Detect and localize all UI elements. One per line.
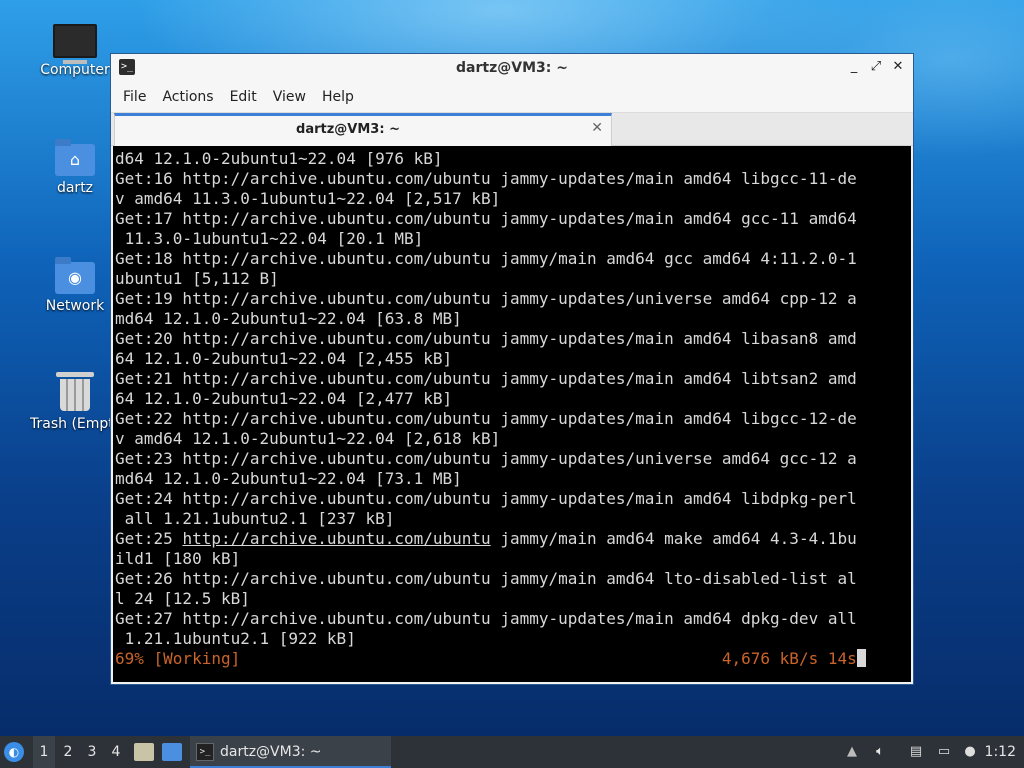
- desktop-icon-label: Trash (Empty): [30, 416, 128, 432]
- terminal-line: Get:16 http://archive.ubuntu.com/ubuntu …: [115, 169, 857, 188]
- menu-edit[interactable]: Edit: [222, 89, 265, 105]
- terminal-line: d64 12.1.0-2ubuntu1~22.04 [976 kB]: [115, 149, 443, 168]
- lubuntu-logo-icon: ◐: [4, 742, 24, 762]
- desktop-icon-network[interactable]: ◉ Network: [30, 257, 120, 314]
- terminal-line: md64 12.1.0-2ubuntu1~22.04 [63.8 MB]: [115, 309, 462, 328]
- window-title: dartz@VM3: ~: [456, 60, 568, 76]
- terminal-line: md64 12.1.0-2ubuntu1~22.04 [73.1 MB]: [115, 469, 462, 488]
- taskbar: ◐ 1 2 3 4 >_ dartz@VM3: ~ ▲ 🔈︎ ▤ ▭ ● 1:12: [0, 736, 1024, 768]
- desktop-icon-trash[interactable]: Trash (Empty): [30, 372, 128, 432]
- trash-icon: [56, 372, 94, 412]
- terminal-task-icon: >_: [196, 743, 214, 761]
- workspace-1[interactable]: 1: [33, 736, 55, 768]
- terminal-line: l 24 [12.5 kB]: [115, 589, 250, 608]
- terminal-line: Get:18 http://archive.ubuntu.com/ubuntu …: [115, 249, 857, 268]
- network-icon[interactable]: ▭: [936, 744, 952, 760]
- network-folder-icon: ◉: [55, 257, 95, 294]
- terminal-line: Get:26 http://archive.ubuntu.com/ubuntu …: [115, 569, 857, 588]
- terminal-line: Get:23 http://archive.ubuntu.com/ubuntu …: [115, 449, 857, 468]
- computer-icon: [53, 24, 97, 64]
- progress-status-left: 69% [Working]: [115, 649, 241, 668]
- terminal-line: v amd64 12.1.0-2ubuntu1~22.04 [2,618 kB]: [115, 429, 501, 448]
- terminal-line: 1.21.1ubuntu2.1 [922 kB]: [115, 629, 356, 648]
- clipboard-icon[interactable]: ▤: [908, 744, 924, 760]
- terminal-line: Get:25: [115, 529, 183, 548]
- taskbar-window-label: dartz@VM3: ~: [220, 744, 322, 760]
- terminal-output[interactable]: d64 12.1.0-2ubuntu1~22.04 [976 kB] Get:1…: [113, 146, 911, 682]
- terminal-text: d64 12.1.0-2ubuntu1~22.04 [976 kB] Get:1…: [113, 146, 911, 669]
- terminal-cursor: [856, 649, 866, 667]
- terminal-window: >_ dartz@VM3: ~ _ ⤢ ✕ File Actions Edit …: [110, 53, 914, 685]
- desktop-icon-label: Computer: [40, 62, 110, 78]
- tab-label: dartz@VM3: ~: [296, 122, 400, 137]
- start-menu-button[interactable]: ◐: [4, 736, 28, 768]
- terminal-line: ild1 [180 kB]: [115, 549, 241, 568]
- terminal-line: Get:24 http://archive.ubuntu.com/ubuntu …: [115, 489, 857, 508]
- tab-terminal[interactable]: dartz@VM3: ~ ✕: [114, 113, 612, 146]
- terminal-line: Get:22 http://archive.ubuntu.com/ubuntu …: [115, 409, 857, 428]
- terminal-link[interactable]: http://archive.ubuntu.com/ubuntu: [182, 529, 490, 548]
- terminal-line: all 1.21.1ubuntu2.1 [237 kB]: [115, 509, 395, 528]
- clock[interactable]: 1:12: [985, 736, 1016, 768]
- terminal-line: jammy/main amd64 make amd64 4.3-4.1bu: [490, 529, 857, 548]
- home-folder-icon: ⌂: [55, 139, 95, 176]
- menu-view[interactable]: View: [265, 89, 314, 105]
- maximize-button[interactable]: ⤢: [867, 58, 885, 76]
- minimize-button[interactable]: _: [845, 58, 863, 76]
- window-titlebar[interactable]: >_ dartz@VM3: ~ _ ⤢ ✕: [111, 54, 913, 82]
- tray-arrow-icon[interactable]: ▲: [844, 744, 860, 760]
- desktop-icon-home-folder[interactable]: ⌂ dartz: [30, 139, 120, 196]
- terminal-line: Get:21 http://archive.ubuntu.com/ubuntu …: [115, 369, 857, 388]
- tab-bar: dartz@VM3: ~ ✕: [111, 113, 913, 146]
- taskbar-window-terminal[interactable]: >_ dartz@VM3: ~: [190, 736, 391, 768]
- desktop-icon-computer[interactable]: Computer: [30, 24, 120, 78]
- progress-status-right: 4,676 kB/s 14s: [721, 649, 857, 668]
- terminal-line: Get:27 http://archive.ubuntu.com/ubuntu …: [115, 609, 857, 628]
- close-button[interactable]: ✕: [889, 58, 907, 76]
- workspace-2[interactable]: 2: [57, 736, 79, 768]
- terminal-line: Get:19 http://archive.ubuntu.com/ubuntu …: [115, 289, 857, 308]
- terminal-line: 64 12.1.0-2ubuntu1~22.04 [2,477 kB]: [115, 389, 453, 408]
- menu-file[interactable]: File: [115, 89, 154, 105]
- notification-icon[interactable]: ●: [962, 744, 978, 760]
- desktop-icon-label: dartz: [56, 180, 94, 196]
- menu-help[interactable]: Help: [314, 89, 362, 105]
- file-manager-icon[interactable]: [134, 743, 154, 761]
- volume-icon[interactable]: 🔈︎: [872, 744, 888, 760]
- desktop-icon-label: Network: [45, 298, 105, 314]
- terminal-line: 64 12.1.0-2ubuntu1~22.04 [2,455 kB]: [115, 349, 453, 368]
- menu-bar: File Actions Edit View Help: [111, 82, 913, 113]
- terminal-line: 11.3.0-1ubuntu1~22.04 [20.1 MB]: [115, 229, 424, 248]
- tab-close-icon[interactable]: ✕: [591, 120, 603, 136]
- workspace-4[interactable]: 4: [105, 736, 127, 768]
- terminal-line: Get:20 http://archive.ubuntu.com/ubuntu …: [115, 329, 857, 348]
- terminal-line: v amd64 11.3.0-1ubuntu1~22.04 [2,517 kB]: [115, 189, 501, 208]
- workspace-3[interactable]: 3: [81, 736, 103, 768]
- menu-actions[interactable]: Actions: [154, 89, 221, 105]
- show-desktop-icon[interactable]: [162, 743, 182, 761]
- terminal-line: ubuntu1 [5,112 B]: [115, 269, 279, 288]
- terminal-line: Get:17 http://archive.ubuntu.com/ubuntu …: [115, 209, 857, 228]
